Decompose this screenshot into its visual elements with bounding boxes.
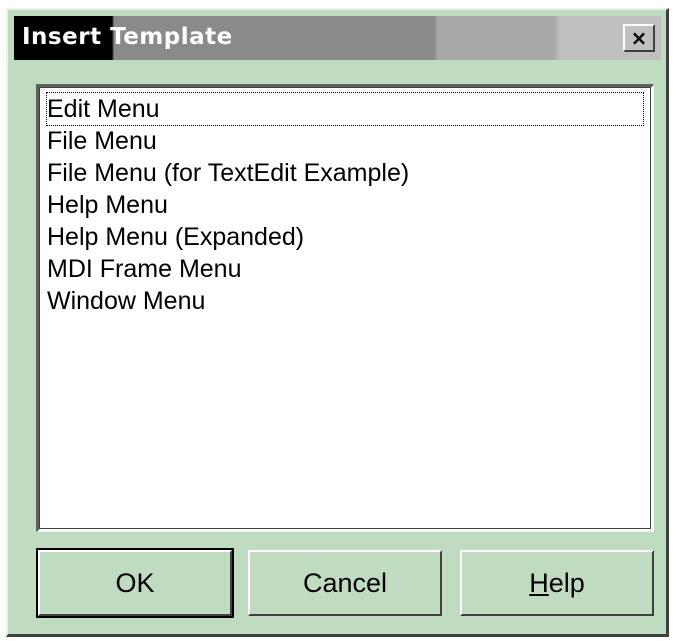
title-bar[interactable]: Insert Template × xyxy=(14,16,661,60)
dialog-title: Insert Template xyxy=(22,24,233,50)
list-item-label: Help Menu (Expanded) xyxy=(47,223,305,251)
list-item-file-menu-textedit[interactable]: File Menu (for TextEdit Example) xyxy=(47,157,652,189)
help-button[interactable]: Help xyxy=(460,550,654,616)
list-item-label: Window Menu xyxy=(47,287,206,315)
close-button[interactable]: × xyxy=(623,24,655,52)
close-icon: × xyxy=(630,26,648,50)
list-item-help-menu[interactable]: Help Menu xyxy=(47,189,652,221)
list-item-edit-menu[interactable]: Edit Menu xyxy=(46,92,644,126)
template-list: Edit Menu File Menu File Menu (for TextE… xyxy=(39,87,652,317)
cancel-button[interactable]: Cancel xyxy=(248,550,442,616)
ok-button-label: OK xyxy=(115,567,155,598)
list-item-window-menu[interactable]: Window Menu xyxy=(47,285,652,317)
list-item-label: File Menu xyxy=(47,127,157,155)
list-item-file-menu[interactable]: File Menu xyxy=(47,125,652,157)
list-item-label: File Menu (for TextEdit Example) xyxy=(47,159,410,187)
list-item-label: Edit Menu xyxy=(47,95,160,123)
help-button-label: elp xyxy=(548,567,585,598)
list-item-label: MDI Frame Menu xyxy=(47,255,242,283)
help-button-mnemonic: H xyxy=(529,567,549,598)
list-item-help-menu-expanded[interactable]: Help Menu (Expanded) xyxy=(47,221,652,253)
ok-button[interactable]: OK xyxy=(36,548,234,618)
list-item-label: Help Menu xyxy=(47,191,168,219)
template-listbox[interactable]: Edit Menu File Menu File Menu (for TextE… xyxy=(36,84,654,532)
list-item-mdi-frame-menu[interactable]: MDI Frame Menu xyxy=(47,253,652,285)
cancel-button-label: Cancel xyxy=(302,567,388,598)
insert-template-dialog: Insert Template × Edit Menu File Menu Fi… xyxy=(6,8,669,637)
